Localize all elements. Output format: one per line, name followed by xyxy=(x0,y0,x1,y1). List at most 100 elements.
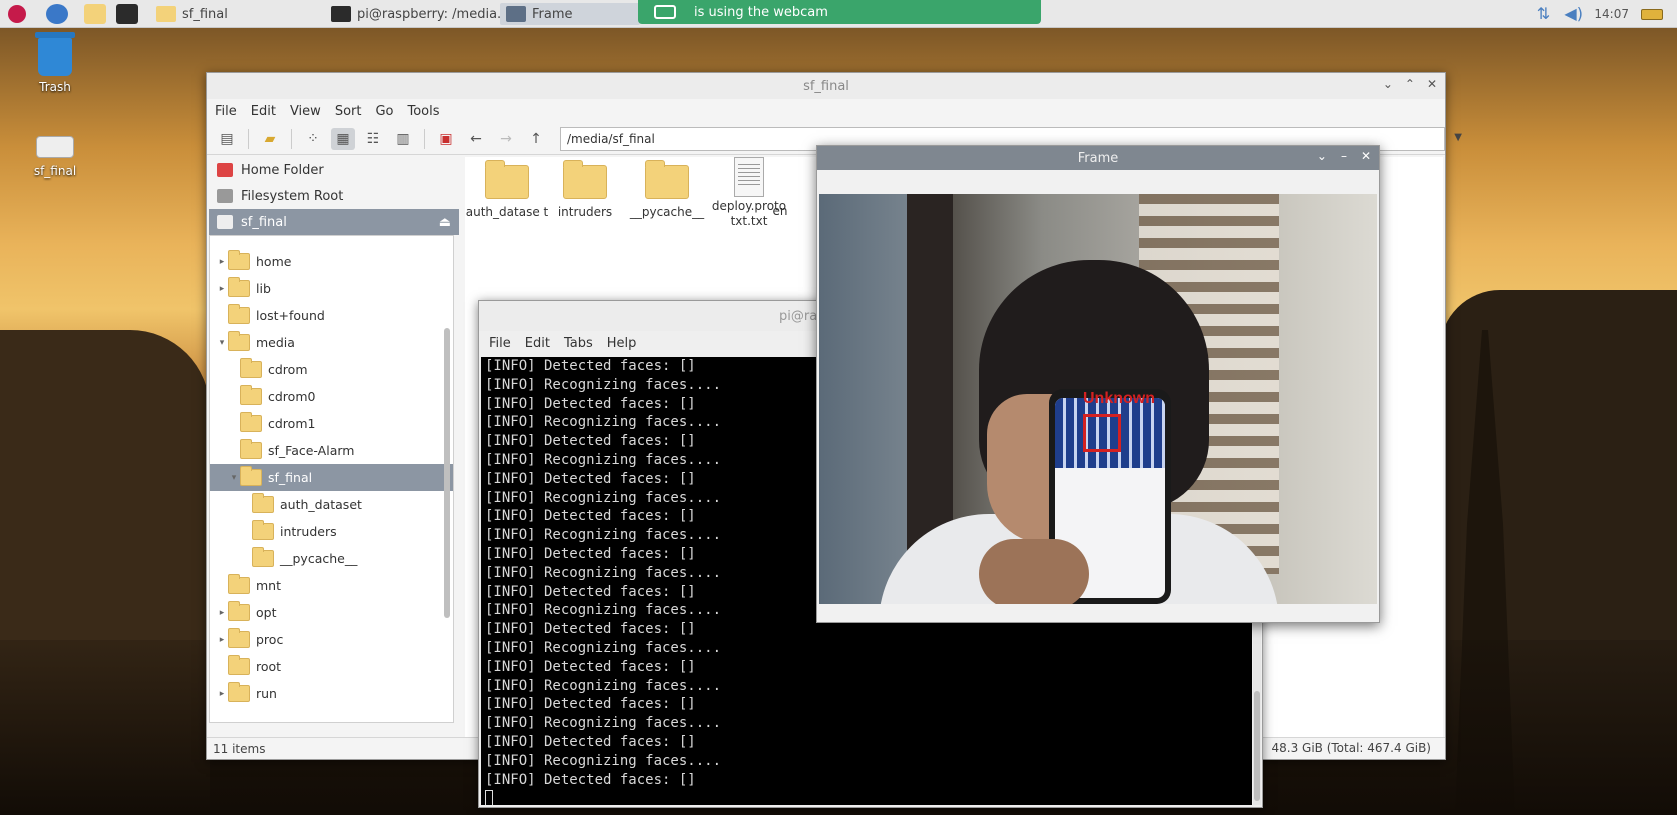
expanded-arrow-icon[interactable]: ▾ xyxy=(216,338,228,348)
terminal-launcher-icon[interactable] xyxy=(116,4,138,24)
terminal-line: [INFO] Detected faces: [] xyxy=(485,733,696,750)
tree-item[interactable]: mnt xyxy=(210,572,453,599)
tree-item[interactable]: ▸ proc xyxy=(210,626,453,653)
up-arrow-icon[interactable]: ↑ xyxy=(524,128,548,150)
menu-tabs[interactable]: Tabs xyxy=(564,336,593,351)
frame-titlebar[interactable]: Frame ⌄ – ✕ xyxy=(817,146,1379,170)
directory-tree: ▸ home ▸ lib lost+found ▾ media cdrom cdrom0 cdro… xyxy=(209,235,454,723)
clock[interactable]: 14:07 xyxy=(1594,7,1629,21)
menu-tools[interactable]: Tools xyxy=(408,104,440,119)
folder-icon xyxy=(645,160,689,199)
battery-icon[interactable] xyxy=(1641,8,1663,20)
minimize-icon[interactable]: ⌄ xyxy=(1317,149,1327,163)
tree-item-label: cdrom0 xyxy=(268,389,316,404)
webcam-notification[interactable]: is using the webcam xyxy=(638,0,1041,24)
terminal-line: [INFO] Detected faces: [] xyxy=(485,696,696,713)
tree-item[interactable]: __pycache__ xyxy=(210,545,453,572)
thumbnail-view-icon[interactable]: ⁘ xyxy=(301,128,325,150)
tree-item-label: media xyxy=(256,335,295,350)
tree-item[interactable]: ▸ lib xyxy=(210,275,453,302)
tree-item[interactable]: ▾ media xyxy=(210,329,453,356)
webcam-icon xyxy=(654,5,676,19)
collapsed-arrow-icon[interactable]: ▸ xyxy=(216,608,228,618)
tree-item[interactable]: intruders xyxy=(210,518,453,545)
tree-item[interactable]: auth_dataset xyxy=(210,491,453,518)
tree-item[interactable]: lost+found xyxy=(210,302,453,329)
desktop-trash[interactable]: Trash xyxy=(10,32,100,94)
tree-item[interactable]: root xyxy=(210,653,453,680)
drive-icon xyxy=(36,136,74,158)
tree-item-label: intruders xyxy=(280,524,337,539)
desktop-drive[interactable]: sf_final xyxy=(10,128,100,178)
tree-scrollbar[interactable] xyxy=(443,238,451,720)
network-icon[interactable]: ⇅ xyxy=(1534,5,1552,23)
tree-item[interactable]: ▸ opt xyxy=(210,599,453,626)
desktop-icon[interactable]: ▣ xyxy=(434,128,458,150)
tree-item[interactable]: ▸ run xyxy=(210,680,453,707)
new-folder-icon[interactable]: ▰ xyxy=(258,128,282,150)
compact-view-icon[interactable]: ☷ xyxy=(361,128,385,150)
collapsed-arrow-icon[interactable]: ▸ xyxy=(216,284,228,294)
folder-icon xyxy=(228,250,250,270)
collapsed-arrow-icon[interactable]: ▸ xyxy=(216,257,228,267)
tree-item[interactable]: sf_Face-Alarm xyxy=(210,437,453,464)
desktop-icon-label: Trash xyxy=(39,80,71,94)
menu-go[interactable]: Go xyxy=(375,104,393,119)
close-icon[interactable]: ✕ xyxy=(1361,149,1371,163)
place-label: Filesystem Root xyxy=(241,188,344,204)
chevron-down-icon[interactable]: ▼ xyxy=(1454,132,1462,143)
forward-arrow-icon[interactable]: → xyxy=(494,128,518,150)
menu-help[interactable]: Help xyxy=(607,336,637,351)
tree-item[interactable]: ▸ home xyxy=(210,248,453,275)
menu-edit[interactable]: Edit xyxy=(525,336,550,351)
expanded-arrow-icon[interactable]: ▾ xyxy=(228,473,240,483)
place-sf-final[interactable]: sf_final ⏏ xyxy=(209,209,459,235)
menu-file[interactable]: File xyxy=(489,336,511,351)
terminal-line: [INFO] Recognizing faces.... xyxy=(485,639,722,656)
tree-item[interactable]: cdrom0 xyxy=(210,383,453,410)
file-item[interactable]: intruders xyxy=(543,160,627,220)
list-view-icon[interactable]: ▥ xyxy=(391,128,415,150)
close-icon[interactable]: ✕ xyxy=(1427,77,1437,91)
collapsed-arrow-icon[interactable]: ▸ xyxy=(216,635,228,645)
tree-item[interactable]: ▾ sf_final xyxy=(210,464,453,491)
task-label: Frame xyxy=(532,6,573,22)
task-frame[interactable]: Frame xyxy=(500,3,640,25)
window-titlebar[interactable]: sf_final ⌄ ⌃ ✕ xyxy=(207,73,1445,99)
file-item[interactable]: auth_datase t xyxy=(465,160,549,220)
menu-file[interactable]: File xyxy=(215,104,237,119)
sidebar-toggle-icon[interactable]: ▤ xyxy=(215,128,239,150)
system-tray: ⇅ ◀) 14:07 xyxy=(1534,0,1677,28)
collapsed-arrow-icon[interactable]: ▸ xyxy=(216,689,228,699)
menu-view[interactable]: View xyxy=(290,104,321,119)
eject-icon[interactable]: ⏏ xyxy=(439,215,451,230)
volume-icon[interactable]: ◀) xyxy=(1564,5,1583,23)
terminal-line: [INFO] Detected faces: [] xyxy=(485,658,696,675)
maximize-icon[interactable]: ⌃ xyxy=(1405,77,1415,91)
trash-icon xyxy=(35,32,75,76)
menu-sort[interactable]: Sort xyxy=(335,104,362,119)
tree-item[interactable]: cdrom1 xyxy=(210,410,453,437)
task-terminal[interactable]: pi@raspberry: /media... xyxy=(325,3,515,25)
tree-item[interactable]: cdrom xyxy=(210,356,453,383)
minimize-icon[interactable]: ⌄ xyxy=(1383,77,1393,91)
folder-icon xyxy=(228,682,250,702)
browser-icon[interactable] xyxy=(46,4,68,24)
window-icon xyxy=(506,6,526,22)
task-file-manager[interactable]: sf_final xyxy=(150,3,234,25)
maximize-icon[interactable]: – xyxy=(1341,149,1347,163)
menubar: File Edit View Sort Go Tools xyxy=(207,99,1445,123)
file-manager-icon[interactable] xyxy=(84,4,106,24)
back-arrow-icon[interactable]: ← xyxy=(464,128,488,150)
place-filesystem-root[interactable]: Filesystem Root xyxy=(209,183,459,209)
home-icon xyxy=(217,163,233,177)
folder-icon xyxy=(240,385,262,405)
menu-edit[interactable]: Edit xyxy=(251,104,276,119)
raspberry-menu-icon[interactable] xyxy=(8,5,26,23)
file-item[interactable]: en xyxy=(765,204,795,219)
folder-icon xyxy=(240,466,262,486)
place-home-folder[interactable]: Home Folder xyxy=(209,157,459,183)
folder-icon xyxy=(156,6,176,22)
icon-view-icon[interactable]: ▦ xyxy=(331,127,355,150)
file-item[interactable]: __pycache__ xyxy=(625,160,709,220)
